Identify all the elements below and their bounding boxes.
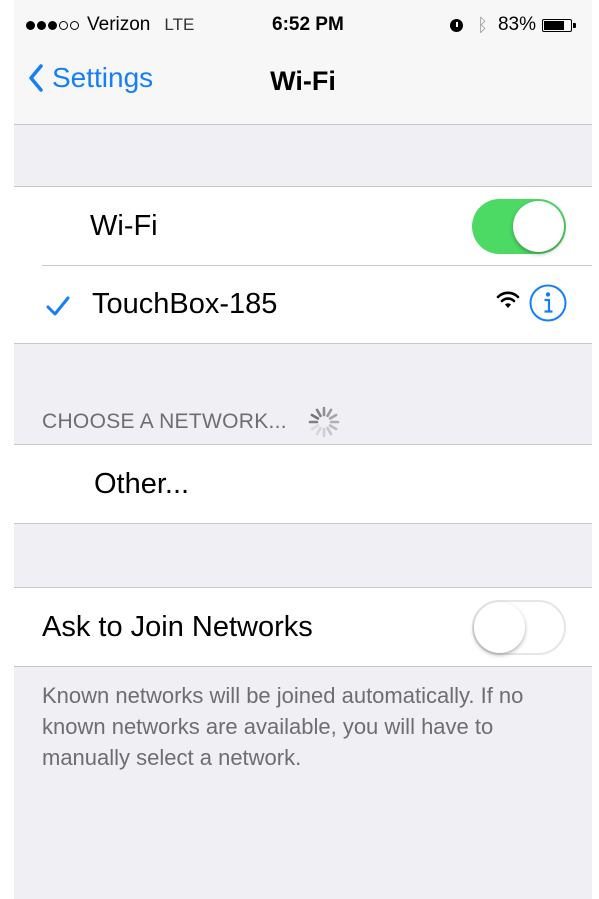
carrier-name: Verizon (87, 14, 151, 35)
status-bar: Verizon LTE 6:52 PM ᛒ 83% (14, 0, 592, 50)
ask-to-join-toggle[interactable] (472, 600, 566, 655)
carrier-info: Verizon LTE (26, 14, 194, 36)
ask-to-join-group: Ask to Join Networks (14, 587, 592, 667)
network-type: LTE (164, 15, 195, 34)
wifi-group: Wi-Fi TouchBox-185 (14, 186, 592, 344)
navigation-bar: Settings Wi-Fi (14, 58, 592, 108)
other-network-row[interactable]: Other... (14, 445, 592, 523)
battery-percentage: 83% (497, 14, 536, 35)
loading-spinner-icon (308, 406, 340, 438)
wifi-label: Wi-Fi (90, 209, 158, 242)
choose-network-header: CHOOSE A NETWORK... (42, 405, 341, 439)
clock: 6:52 PM (272, 14, 344, 35)
info-icon[interactable] (528, 283, 568, 323)
wifi-toggle[interactable] (472, 199, 566, 254)
ask-to-join-row: Ask to Join Networks (14, 588, 592, 666)
wifi-toggle-row: Wi-Fi (14, 187, 592, 265)
other-network-label: Other... (94, 467, 190, 500)
bluetooth-icon: ᛒ (477, 14, 488, 36)
checkmark-icon (46, 296, 70, 316)
connected-network-name: TouchBox-185 (92, 287, 278, 320)
signal-strength-icon (26, 20, 81, 30)
ask-to-join-label: Ask to Join Networks (42, 610, 313, 643)
page-title: Wi-Fi (270, 66, 336, 96)
choose-network-header-label: CHOOSE A NETWORK... (42, 410, 287, 433)
status-right: ᛒ 83% (450, 14, 576, 36)
top-bar: Verizon LTE 6:52 PM ᛒ 83% Settings Wi-Fi (14, 0, 592, 125)
ask-to-join-description: Known networks will be joined automatica… (42, 683, 524, 770)
settings-screen: Verizon LTE 6:52 PM ᛒ 83% Settings Wi-Fi (14, 0, 592, 899)
battery-icon (542, 18, 576, 32)
alarm-icon (450, 18, 464, 32)
wifi-signal-icon (496, 291, 520, 308)
other-network-group: Other... (14, 444, 592, 524)
toggle-knob (474, 602, 525, 653)
connected-network-row[interactable]: TouchBox-185 (14, 265, 592, 343)
toggle-knob (513, 201, 564, 252)
